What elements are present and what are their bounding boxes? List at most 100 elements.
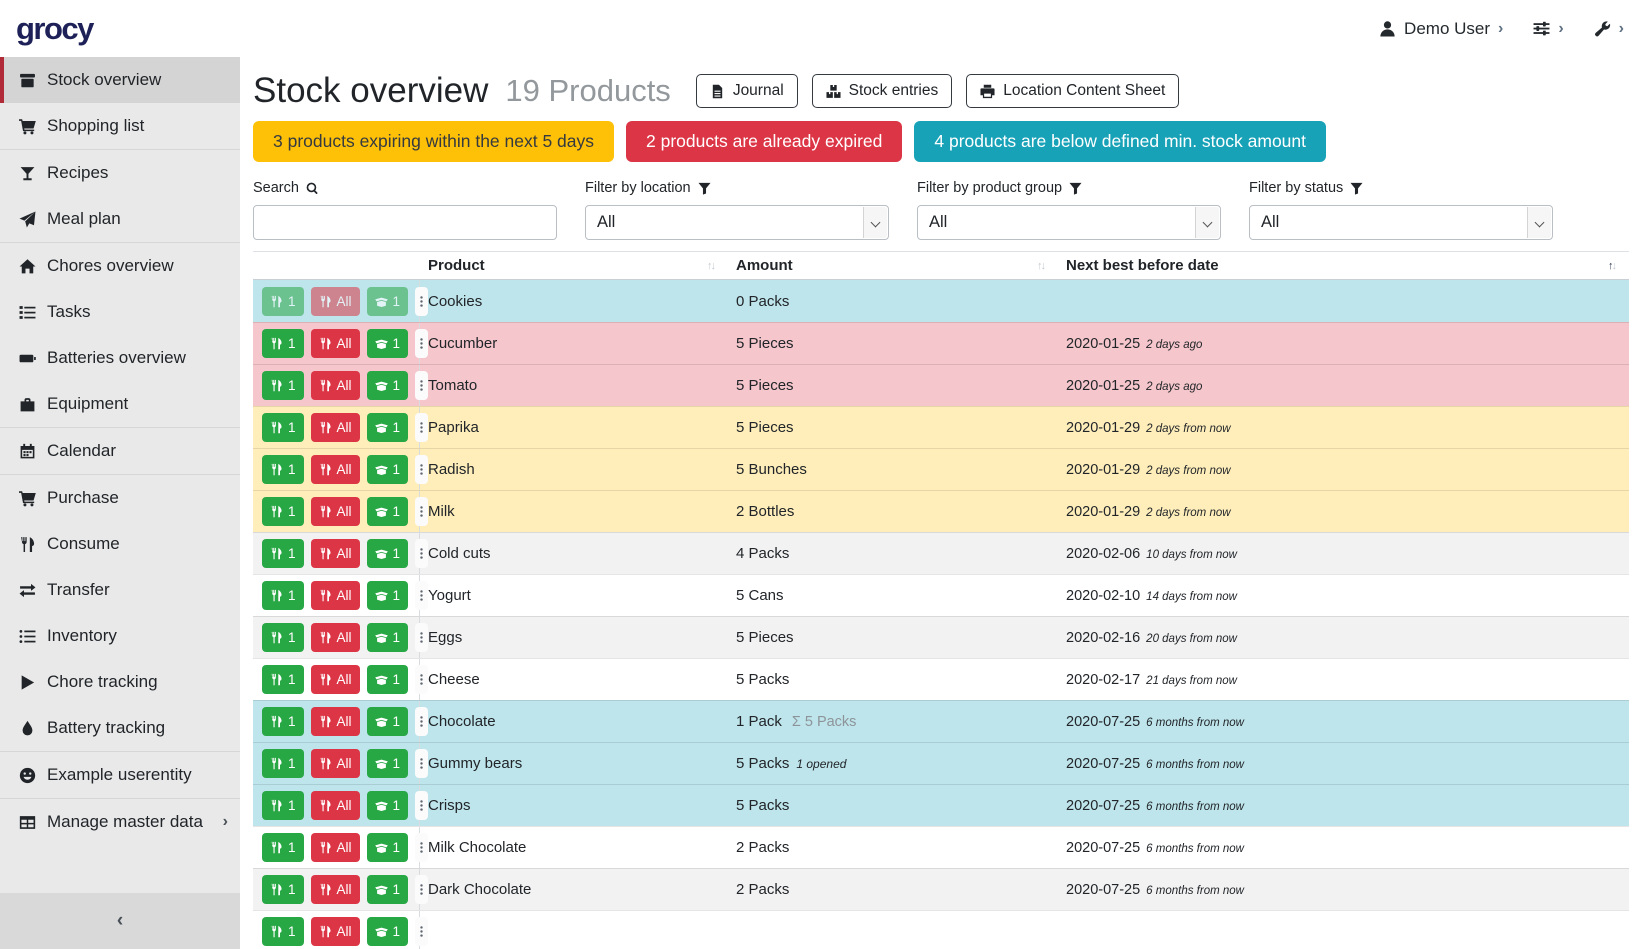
consume-one-button[interactable]: 1 [262,707,304,736]
open-one-button[interactable]: 1 [367,455,409,484]
open-one-button[interactable]: 1 [367,749,409,778]
product-name[interactable]: Yogurt [420,587,728,604]
search-input[interactable] [253,205,557,240]
open-one-button[interactable]: 1 [367,665,409,694]
sidebar-item-consume[interactable]: Consume › [0,521,240,567]
consume-one-button[interactable]: 1 [262,455,304,484]
consume-all-button[interactable]: All [311,707,360,736]
product-name[interactable]: Dark Chocolate [420,881,728,898]
consume-all-button[interactable]: All [311,917,360,946]
product-group-select[interactable]: All [917,205,1221,240]
open-one-button[interactable]: 1 [367,707,409,736]
consume-all-button[interactable]: All [311,791,360,820]
consume-all-button[interactable]: All [311,875,360,904]
sidebar-item-transfer[interactable]: Transfer › [0,567,240,613]
settings-menu[interactable]: › [1533,20,1563,38]
sidebar-item-recipes[interactable]: Recipes › [0,150,240,196]
consume-all-button[interactable]: All [311,539,360,568]
sidebar-item-chores-overview[interactable]: Chores overview › [0,243,240,289]
consume-all-button[interactable]: All [311,329,360,358]
product-name[interactable]: Chocolate [420,713,728,730]
consume-all-button[interactable]: All [311,623,360,652]
product-name[interactable]: Milk Chocolate [420,839,728,856]
open-one-button[interactable]: 1 [367,917,409,946]
status-select[interactable]: All [1249,205,1553,240]
open-one-button[interactable]: 1 [367,413,409,442]
consume-one-button[interactable]: 1 [262,539,304,568]
consume-one-button[interactable]: 1 [262,749,304,778]
open-one-button[interactable]: 1 [367,581,409,610]
product-name[interactable]: Cold cuts [420,545,728,562]
product-name[interactable]: Eggs [420,629,728,646]
product-name[interactable]: Paprika [420,419,728,436]
sidebar-item-inventory[interactable]: Inventory › [0,613,240,659]
sort-icon[interactable]: ↑↓ [707,260,728,272]
consume-one-button[interactable]: 1 [262,917,304,946]
sort-icon[interactable]: ↑↓ [1608,260,1629,272]
sidebar-item-equipment[interactable]: Equipment › [0,381,240,427]
open-one-button[interactable]: 1 [367,329,409,358]
consume-all-button[interactable]: All [311,287,360,316]
open-one-button[interactable]: 1 [367,497,409,526]
open-one-button[interactable]: 1 [367,875,409,904]
consume-one-button[interactable]: 1 [262,875,304,904]
consume-all-button[interactable]: All [311,497,360,526]
row-menu-button[interactable] [415,917,428,946]
consume-all-button[interactable]: All [311,455,360,484]
consume-one-button[interactable]: 1 [262,287,304,316]
journal-button[interactable]: Journal [696,74,798,108]
sidebar-item-manage-master-data[interactable]: Manage master data › [0,799,240,845]
app-logo[interactable]: grocy [16,11,93,47]
consume-one-button[interactable]: 1 [262,665,304,694]
user-menu[interactable]: Demo User › [1379,19,1503,39]
sidebar-item-shopping-list[interactable]: Shopping list › [0,103,240,149]
consume-all-button[interactable]: All [311,665,360,694]
sort-icon[interactable]: ↑↓ [1037,260,1058,272]
consume-one-button[interactable]: 1 [262,791,304,820]
sidebar-item-example-userentity[interactable]: Example userentity › [0,752,240,798]
product-name[interactable]: Radish [420,461,728,478]
expiring-alert[interactable]: 3 products expiring within the next 5 da… [253,121,614,162]
consume-all-button[interactable]: All [311,371,360,400]
product-name[interactable]: Cookies [420,293,728,310]
consume-all-button[interactable]: All [311,581,360,610]
open-one-button[interactable]: 1 [367,539,409,568]
sidebar-item-purchase[interactable]: Purchase › [0,475,240,521]
sidebar-item-battery-tracking[interactable]: Battery tracking › [0,705,240,751]
consume-one-button[interactable]: 1 [262,833,304,862]
sidebar-item-tasks[interactable]: Tasks › [0,289,240,335]
consume-one-button[interactable]: 1 [262,329,304,358]
product-name[interactable]: Cheese [420,671,728,688]
consume-one-button[interactable]: 1 [262,371,304,400]
consume-all-button[interactable]: All [311,413,360,442]
product-name[interactable]: Crisps [420,797,728,814]
product-name[interactable]: Cucumber [420,335,728,352]
below-min-stock-alert[interactable]: 4 products are below defined min. stock … [914,121,1326,162]
consume-one-button[interactable]: 1 [262,623,304,652]
product-name[interactable]: Milk [420,503,728,520]
admin-menu[interactable]: › [1594,20,1624,38]
consume-all-button[interactable]: All [311,749,360,778]
stock-entries-button[interactable]: Stock entries [812,74,953,108]
open-one-button[interactable]: 1 [367,371,409,400]
open-one-button[interactable]: 1 [367,287,409,316]
sidebar-item-stock-overview[interactable]: Stock overview › [0,57,240,103]
product-name[interactable]: Gummy bears [420,755,728,772]
consume-one-button[interactable]: 1 [262,581,304,610]
sidebar-item-calendar[interactable]: Calendar › [0,428,240,474]
open-one-button[interactable]: 1 [367,791,409,820]
expired-alert[interactable]: 2 products are already expired [626,121,902,162]
consume-one-button[interactable]: 1 [262,413,304,442]
sidebar-collapse-button[interactable]: ‹ [0,893,240,949]
product-name[interactable]: Tomato [420,377,728,394]
sidebar-item-meal-plan[interactable]: Meal plan › [0,196,240,242]
consume-all-button[interactable]: All [311,833,360,862]
location-select[interactable]: All [585,205,889,240]
location-content-sheet-button[interactable]: Location Content Sheet [966,74,1179,108]
sidebar-item-batteries-overview[interactable]: Batteries overview › [0,335,240,381]
open-one-button[interactable]: 1 [367,623,409,652]
consume-one-button[interactable]: 1 [262,497,304,526]
amount-cell: 2 Packs [728,839,1058,856]
open-one-button[interactable]: 1 [367,833,409,862]
sidebar-item-chore-tracking[interactable]: Chore tracking › [0,659,240,705]
